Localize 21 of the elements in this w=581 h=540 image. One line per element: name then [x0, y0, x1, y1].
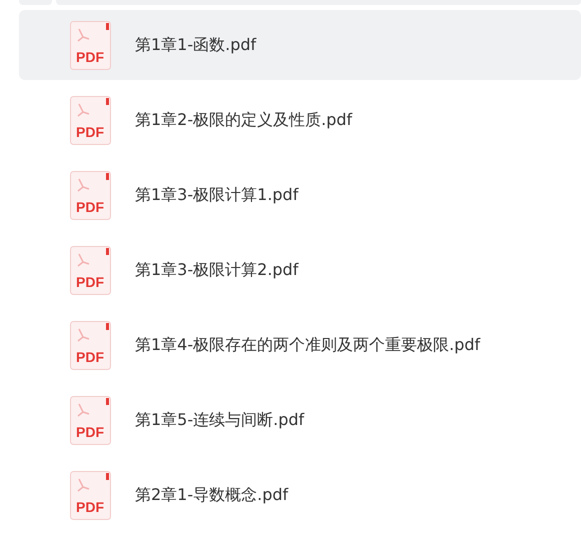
file-name: 第1章4-极限存在的两个准则及两个重要极限.pdf: [135, 334, 480, 356]
file-row[interactable]: PDF 第1章3-极限计算1.pdf: [19, 160, 581, 230]
file-name: 第1章1-函数.pdf: [135, 34, 256, 56]
file-row[interactable]: PDF 第1章3-极限计算2.pdf: [19, 235, 581, 305]
file-name: 第1章3-极限计算1.pdf: [135, 184, 298, 206]
pdf-file-icon: PDF: [70, 396, 111, 444]
file-name: 第2章1-导数概念.pdf: [135, 484, 288, 506]
file-row[interactable]: PDF 第1章2-极限的定义及性质.pdf: [19, 85, 581, 155]
file-row[interactable]: PDF 第2章1-导数概念.pdf: [19, 460, 581, 530]
file-row[interactable]: PDF 第1章1-函数.pdf: [19, 10, 581, 80]
pdf-file-icon: PDF: [70, 170, 111, 220]
pdf-file-icon: PDF: [70, 96, 111, 144]
pdf-file-icon: PDF: [70, 320, 111, 370]
file-name: 第1章3-极限计算2.pdf: [135, 260, 298, 280]
file-name: 第1章5-连续与间断.pdf: [135, 410, 304, 430]
file-name: 第1章2-极限的定义及性质.pdf: [135, 110, 352, 130]
pdf-file-icon: PDF: [70, 470, 111, 520]
file-row[interactable]: PDF 第1章4-极限存在的两个准则及两个重要极限.pdf: [19, 310, 581, 380]
file-row[interactable]: PDF 第1章5-连续与间断.pdf: [19, 385, 581, 455]
pdf-file-icon: PDF: [70, 20, 111, 70]
pdf-file-icon: PDF: [70, 246, 111, 294]
